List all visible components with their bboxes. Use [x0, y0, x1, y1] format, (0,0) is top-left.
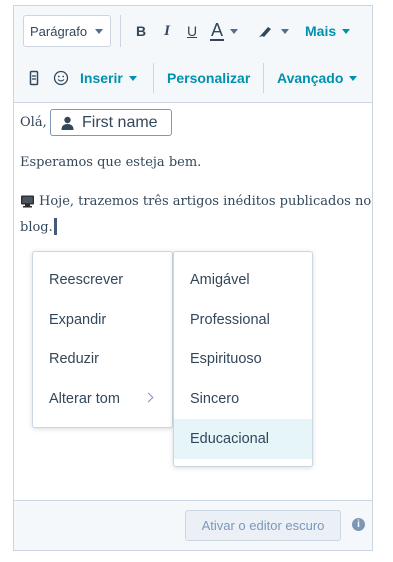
text-color-button[interactable]: A: [210, 19, 239, 43]
tone-item-professional[interactable]: Professional: [174, 300, 312, 340]
paragraph-text: blog.: [20, 218, 57, 235]
computer-emoji-icon: [21, 195, 34, 208]
advanced-button[interactable]: Avançado: [277, 69, 358, 87]
advanced-label: Avançado: [277, 70, 344, 86]
tone-submenu: Amigável Professional Espirituoso Sincer…: [173, 251, 313, 467]
smiley-icon: [53, 70, 69, 86]
menu-item-label: Sincero: [190, 391, 240, 407]
editor-footer: Ativar o editor escuro i: [14, 500, 372, 550]
chevron-down-icon: [281, 28, 289, 34]
paragraph-text: Hoje, trazemos três artigos inéditos pub…: [20, 194, 371, 209]
menu-item-label: Espirituoso: [190, 351, 262, 367]
paragraph-text: Esperamos que esteja bem.: [20, 155, 202, 170]
paragraph-style-value: Parágrafo: [30, 23, 88, 39]
person-icon: [61, 116, 74, 130]
menu-item-label: Amigável: [190, 272, 250, 288]
more-button[interactable]: Mais: [305, 22, 351, 40]
underline-button[interactable]: U: [185, 21, 199, 41]
code-file-icon: [29, 70, 39, 86]
text-color-icon: A: [210, 20, 225, 41]
source-code-button[interactable]: [29, 69, 39, 87]
bold-icon: B: [135, 23, 147, 39]
info-icon[interactable]: i: [352, 518, 365, 531]
italic-button[interactable]: I: [160, 21, 174, 41]
chevron-down-icon: [230, 28, 239, 34]
menu-item-label: Professional: [190, 312, 270, 328]
toolbar-divider: [263, 63, 264, 93]
insert-label: Inserir: [80, 70, 123, 86]
chevron-down-icon: [349, 75, 358, 81]
toolbar-divider: [153, 63, 154, 93]
chevron-down-icon: [95, 29, 103, 34]
menu-item-expand[interactable]: Expandir: [33, 300, 172, 340]
emoji-button[interactable]: [53, 69, 69, 87]
tone-item-witty[interactable]: Espirituoso: [174, 339, 312, 379]
menu-item-label: Educacional: [190, 431, 269, 447]
tone-item-sincere[interactable]: Sincero: [174, 379, 312, 419]
paragraph-text-part: Hoje, trazemos três artigos inéditos pub…: [39, 194, 372, 209]
customize-button[interactable]: Personalizar: [167, 69, 250, 87]
tone-item-educational[interactable]: Educacional: [174, 419, 312, 459]
dark-editor-button[interactable]: Ativar o editor escuro: [185, 510, 341, 541]
toolbar-divider: [120, 15, 121, 47]
italic-icon: I: [164, 22, 170, 39]
menu-item-label: Expandir: [49, 312, 107, 328]
menu-item-label: Alterar tom: [49, 391, 120, 407]
insert-button[interactable]: Inserir: [80, 69, 137, 87]
tone-item-friendly[interactable]: Amigável: [174, 260, 312, 300]
paragraph-style-select[interactable]: Parágrafo: [23, 15, 111, 47]
customize-label: Personalizar: [167, 70, 251, 86]
menu-item-label: Reescrever: [49, 272, 124, 288]
underline-icon: U: [186, 23, 198, 39]
personalization-token[interactable]: First name: [50, 109, 172, 136]
menu-item-change-tone[interactable]: Alterar tom: [33, 379, 172, 419]
ai-assistant-menu: Reescrever Expandir Reduzir Alterar tom: [32, 251, 173, 428]
chevron-down-icon: [128, 75, 137, 81]
chevron-down-icon: [342, 28, 351, 34]
greeting-text: Olá,: [20, 115, 47, 130]
menu-item-label: Reduzir: [49, 351, 99, 367]
more-label: Mais: [305, 23, 337, 39]
text-cursor: [53, 218, 57, 235]
editor-toolbar: Parágrafo B I U A Mais Inserir Personali…: [14, 6, 372, 103]
menu-item-rewrite[interactable]: Reescrever: [33, 260, 172, 300]
highlighter-icon: [259, 27, 271, 37]
highlight-button[interactable]: [258, 21, 289, 41]
bold-button[interactable]: B: [133, 21, 149, 41]
token-label: First name: [82, 113, 158, 131]
paragraph-text-part: blog.: [20, 220, 53, 235]
menu-item-shorten[interactable]: Reduzir: [33, 339, 172, 379]
chevron-right-icon: [143, 392, 154, 403]
